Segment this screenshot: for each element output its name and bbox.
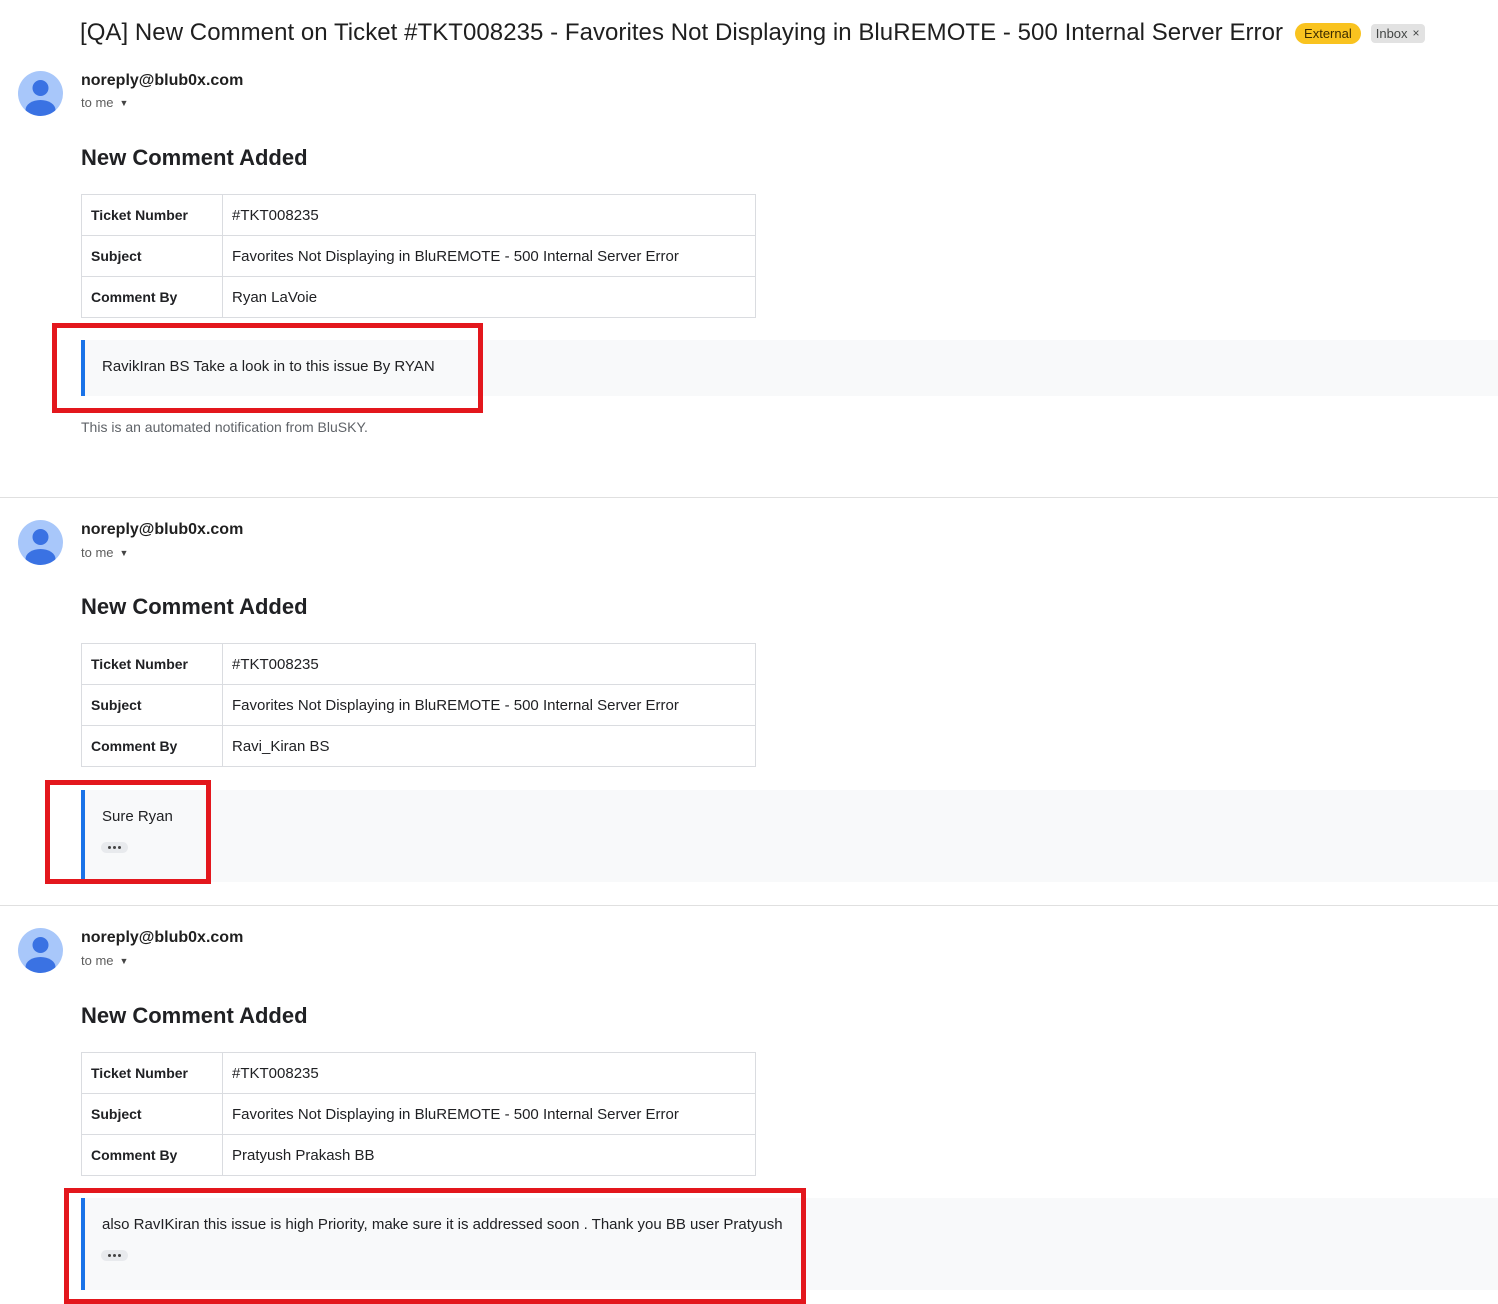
message-divider [0,905,1498,906]
comment-accent-bar [81,340,85,396]
thread-subject: [QA] New Comment on Ticket #TKT008235 - … [80,19,1284,46]
recipient-summary[interactable]: to me ▼ [81,953,128,968]
label-inbox[interactable]: Inbox × [1370,23,1425,43]
table-value: Favorites Not Displaying in BluREMOTE - … [222,1093,756,1135]
table-value: Ravi_Kiran BS [222,725,756,767]
table-key: Subject [81,684,223,726]
table-value: #TKT008235 [222,1052,756,1094]
table-key: Comment By [81,725,223,767]
comment-block: Sure Ryan [81,790,1498,882]
table-key: Subject [81,1093,223,1135]
sender-email[interactable]: noreply@blub0x.com [81,521,243,539]
table-row: Comment By Pratyush Prakash BB [81,1134,756,1176]
sender-email[interactable]: noreply@blub0x.com [81,929,243,947]
table-row: Ticket Number #TKT008235 [81,194,756,236]
person-avatar-icon[interactable] [18,928,63,973]
message-divider [0,497,1498,498]
table-row: Comment By Ravi_Kiran BS [81,725,756,767]
caret-down-icon[interactable]: ▼ [120,548,129,558]
comment-block: also RavIKiran this issue is high Priori… [81,1198,1498,1290]
comment-block: RavikIran BS Take a look in to this issu… [81,340,1498,396]
email-heading: New Comment Added [81,594,308,619]
caret-down-icon[interactable]: ▼ [120,98,129,108]
label-inbox-text: Inbox [1375,25,1408,41]
comment-accent-bar [81,790,85,882]
to-me-label: to me [81,545,114,560]
sender-email[interactable]: noreply@blub0x.com [81,72,243,90]
table-row: Ticket Number #TKT008235 [81,643,756,685]
to-me-label: to me [81,953,114,968]
automated-notice: This is an automated notification from B… [81,419,368,435]
comment-text: Sure Ryan [102,808,173,825]
table-key: Comment By [81,1134,223,1176]
table-value: Pratyush Prakash BB [222,1134,756,1176]
thread-subject-line: [QA] New Comment on Ticket #TKT008235 - … [80,14,1425,52]
label-external[interactable]: External [1295,22,1361,44]
table-key: Ticket Number [81,1052,223,1094]
comment-accent-bar [81,1198,85,1290]
more-horiz-icon[interactable] [101,842,128,853]
to-me-label: to me [81,95,114,110]
table-key: Ticket Number [81,643,223,685]
more-horiz-icon[interactable] [101,1250,128,1261]
table-value: #TKT008235 [222,643,756,685]
table-key: Ticket Number [81,194,223,236]
table-value: #TKT008235 [222,194,756,236]
table-row: Ticket Number #TKT008235 [81,1052,756,1094]
comment-text: RavikIran BS Take a look in to this issu… [102,358,435,375]
table-key: Comment By [81,276,223,318]
table-row: Comment By Ryan LaVoie [81,276,756,318]
table-row: Subject Favorites Not Displaying in BluR… [81,235,756,277]
ticket-info-table: Ticket Number #TKT008235 Subject Favorit… [81,194,756,318]
ticket-info-table: Ticket Number #TKT008235 Subject Favorit… [81,643,756,767]
recipient-summary[interactable]: to me ▼ [81,545,128,560]
table-value: Favorites Not Displaying in BluREMOTE - … [222,235,756,277]
table-key: Subject [81,235,223,277]
caret-down-icon[interactable]: ▼ [120,956,129,966]
email-heading: New Comment Added [81,145,308,170]
recipient-summary[interactable]: to me ▼ [81,95,128,110]
table-row: Subject Favorites Not Displaying in BluR… [81,1093,756,1135]
person-avatar-icon[interactable] [18,520,63,565]
email-heading: New Comment Added [81,1003,308,1028]
comment-text: also RavIKiran this issue is high Priori… [102,1216,783,1233]
table-value: Ryan LaVoie [222,276,756,318]
table-row: Subject Favorites Not Displaying in BluR… [81,684,756,726]
close-icon[interactable]: × [1413,26,1420,40]
ticket-info-table: Ticket Number #TKT008235 Subject Favorit… [81,1052,756,1176]
person-avatar-icon[interactable] [18,71,63,116]
table-value: Favorites Not Displaying in BluREMOTE - … [222,684,756,726]
